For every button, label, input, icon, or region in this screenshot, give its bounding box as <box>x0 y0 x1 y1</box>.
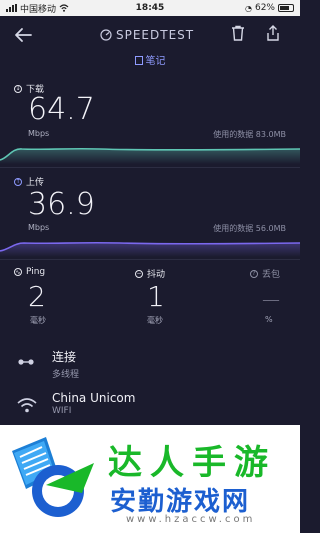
ping-label: Ping <box>26 267 46 277</box>
network-subtitle: WIFI <box>52 406 72 416</box>
trash-icon[interactable] <box>231 25 245 45</box>
clock: 18:45 <box>135 3 165 13</box>
wifi-network-icon <box>16 396 38 418</box>
upload-speed: 36.9 <box>28 187 95 222</box>
site-logo-icon <box>12 437 94 517</box>
back-arrow-icon[interactable] <box>14 24 32 48</box>
download-arrow-icon: ↓ <box>14 84 22 93</box>
upload-graph <box>0 241 300 257</box>
packet-loss-value: — <box>262 289 280 310</box>
gauge-icon <box>100 29 112 41</box>
help-icon[interactable]: ? <box>250 269 258 278</box>
battery-icon <box>278 4 294 12</box>
status-bar: 中国移动 18:45 ◔ 62% <box>0 0 300 16</box>
download-graph <box>0 147 300 164</box>
packet-loss-unit: % <box>265 315 273 324</box>
notes-label: 笔记 <box>145 56 166 67</box>
ping-value: 2 <box>28 280 46 313</box>
network-title: China Unicom <box>52 391 136 405</box>
connections-title: 连接 <box>52 350 77 364</box>
watermark-banner: 达人手游 安勤游戏网 www.hzaccw.com <box>0 425 300 533</box>
packet-loss-label: 丢包 <box>262 270 281 280</box>
ping-unit: 毫秒 <box>30 316 46 325</box>
note-icon <box>134 56 143 65</box>
jitter-value: 1 <box>147 280 165 313</box>
watermark-top-text: 达人手游 <box>108 443 276 483</box>
notes-button[interactable]: 笔记 <box>0 52 300 67</box>
jitter-unit: 毫秒 <box>147 316 163 325</box>
jitter-header: − 抖动 <box>135 267 165 280</box>
packet-loss-header: ? 丢包 <box>250 267 280 280</box>
share-icon[interactable] <box>266 25 280 45</box>
ping-header: ∿ Ping <box>14 267 45 277</box>
download-speed: 64.7 <box>28 92 95 127</box>
jitter-icon: − <box>135 269 143 278</box>
download-unit: Mbps <box>28 129 50 138</box>
upload-arrow-icon: ↑ <box>14 177 22 186</box>
ping-icon: ∿ <box>14 268 22 276</box>
watermark-main-text: 安勤游戏网 <box>110 487 251 517</box>
section-divider <box>0 259 300 260</box>
section-divider <box>0 167 300 168</box>
app-header: SPEEDTEST <box>0 16 300 56</box>
app-title: SPEEDTEST <box>116 28 195 42</box>
connections-icon <box>16 352 36 376</box>
jitter-label: 抖动 <box>147 270 166 280</box>
speedtest-logo: SPEEDTEST <box>100 28 194 42</box>
connections-subtitle: 多线程 <box>52 370 80 380</box>
watermark-url: www.hzaccw.com <box>126 514 256 525</box>
